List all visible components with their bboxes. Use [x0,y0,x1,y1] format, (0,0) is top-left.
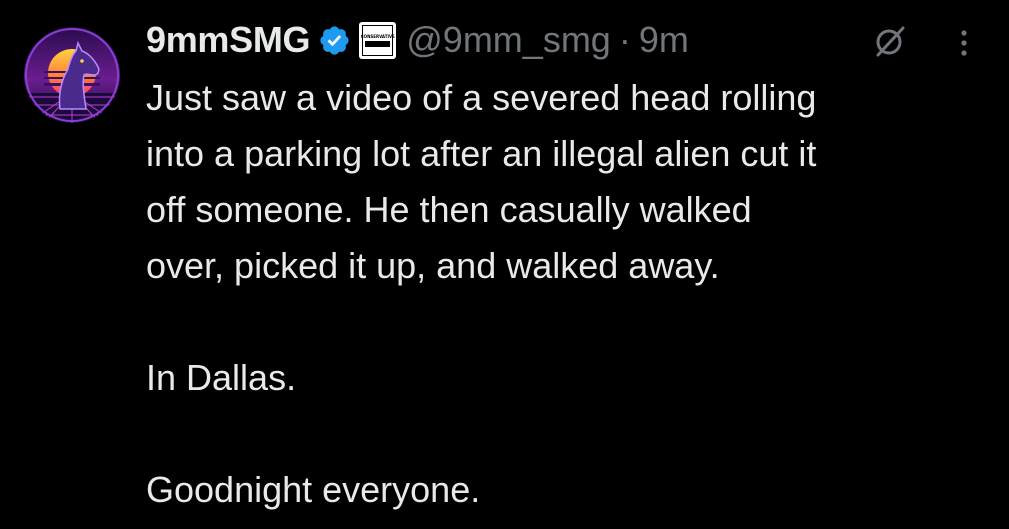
tweet-text-paragraph: In Dallas. [146,357,297,398]
affiliate-badge[interactable]: CONSERVATIVE [359,21,397,59]
tweet-header: 9mmSMG CONSERVATIVE @9mm_smg · 9m [146,18,986,62]
avatar[interactable] [24,27,120,123]
more-options-icon[interactable] [952,26,976,60]
tweet-text: Just saw a video of a severed head rolli… [146,70,996,518]
tweet-text-line: Just saw a video of a severed head rolli… [146,77,817,118]
timestamp[interactable]: 9m [639,19,689,61]
tweet[interactable]: 9mmSMG CONSERVATIVE @9mm_smg · 9m Just s… [0,0,1009,529]
separator-dot: · [618,19,631,60]
tweet-text-line: over, picked it up, and walked away. [146,245,720,286]
display-name[interactable]: 9mmSMG [146,19,311,61]
avatar-image [24,27,120,123]
affiliate-badge-logo: CONSERVATIVE [360,24,395,56]
affiliate-badge-text: CONSERVATIVE [360,33,395,39]
handle[interactable]: @9mm_smg [406,19,611,61]
tweet-text-line: off someone. He then casually walked [146,189,752,230]
verified-badge-icon[interactable] [318,24,351,57]
grok-icon[interactable] [873,24,907,58]
tweet-text-line: into a parking lot after an illegal alie… [146,133,817,174]
affiliate-badge-bar [365,40,391,47]
tweet-text-paragraph: Goodnight everyone. [146,469,481,510]
